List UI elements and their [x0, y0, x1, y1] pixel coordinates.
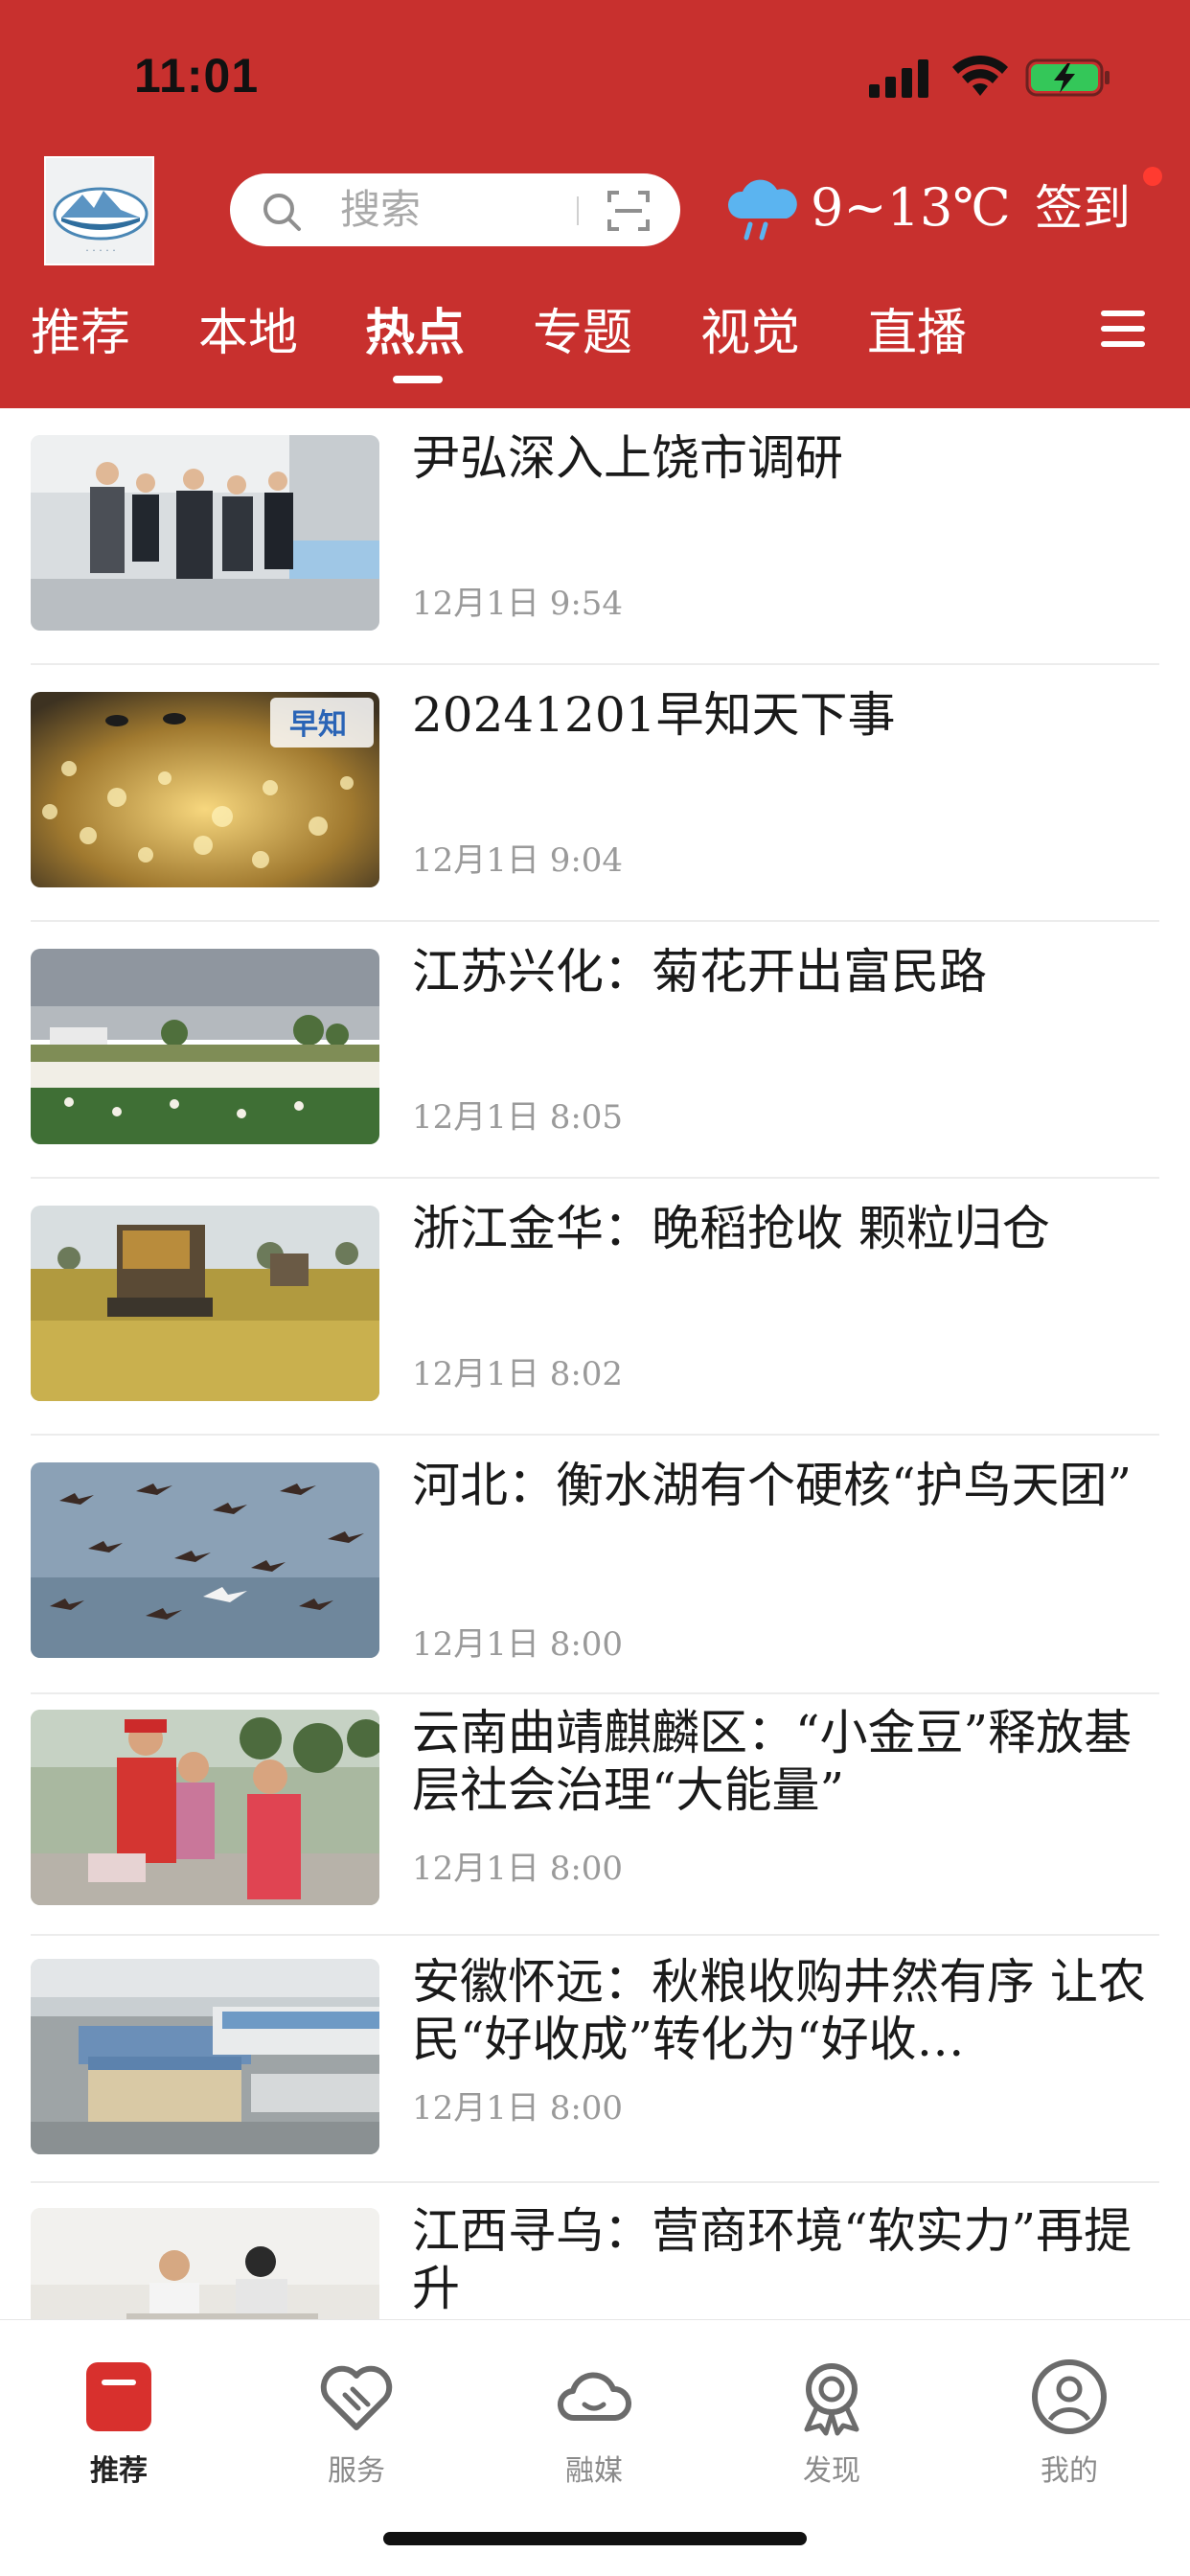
news-date: 12月1日 8:00	[412, 1625, 624, 1664]
news-title: 江苏兴化：菊花开出富民路	[412, 944, 987, 1000]
signin-button[interactable]: 签到	[1035, 179, 1131, 237]
news-thumbnail	[31, 1710, 379, 1905]
tab-hot[interactable]: 热点	[365, 297, 465, 370]
tabbar-mine[interactable]: 我的	[993, 2339, 1146, 2493]
news-item[interactable]: 江苏兴化：菊花开出富民路 12月1日 8:05	[0, 922, 1190, 1179]
wifi-icon	[952, 56, 1008, 96]
menu-icon[interactable]	[1101, 309, 1145, 349]
news-item[interactable]: 早知 20241201早知天下事 12月1日 9:04	[0, 665, 1190, 922]
signin-badge-dot	[1143, 167, 1162, 186]
news-title: 江西寻乌：营商环境“软实力”再提升	[412, 2203, 1133, 2316]
news-title: 河北：衡水湖有个硬核“护鸟天团”	[412, 1458, 1133, 1513]
news-thumbnail	[31, 1462, 379, 1658]
app-logo-image: · · · · ·	[46, 158, 152, 264]
news-icon	[86, 2362, 151, 2431]
home-indicator[interactable]	[383, 2532, 807, 2545]
award-badge-icon	[804, 2363, 859, 2436]
tab-live[interactable]: 直播	[867, 297, 967, 370]
news-thumbnail	[31, 1959, 379, 2154]
news-thumbnail	[31, 1206, 379, 1401]
active-tab-indicator	[393, 376, 443, 383]
news-date: 12月1日 8:00	[412, 2089, 624, 2128]
svg-text:· · · · ·: · · · · ·	[85, 244, 115, 257]
battery-charging-icon	[1025, 58, 1110, 97]
news-title: 浙江金华：晚稻抢收 颗粒归仓	[412, 1201, 1050, 1256]
search-icon	[263, 194, 301, 231]
tab-visual[interactable]: 视觉	[700, 297, 800, 370]
app-header: 11:01 · · · · · 搜索 9~13℃ 签到 推荐 本地 热点 专题 …	[0, 0, 1190, 408]
tabbar-label: 推荐	[90, 2454, 148, 2488]
weather-temperature[interactable]: 9~13℃	[811, 178, 1011, 238]
news-thumbnail: 早知	[31, 692, 379, 887]
tabbar-label: 服务	[328, 2454, 385, 2488]
tab-local[interactable]: 本地	[198, 297, 298, 370]
cellular-signal-icon	[869, 59, 928, 98]
tabbar-label: 我的	[1041, 2454, 1098, 2488]
tabbar-label: 发现	[803, 2454, 860, 2488]
svg-text:早知: 早知	[289, 708, 347, 742]
news-thumbnail	[31, 2208, 379, 2319]
cloud-icon	[557, 2372, 632, 2422]
news-item[interactable]: 云南曲靖麒麟区：“小金豆”释放基层社会治理“大能量” 12月1日 8:00	[0, 1683, 1190, 1940]
tabbar-media[interactable]: 融媒	[517, 2339, 671, 2493]
scan-icon[interactable]	[606, 189, 652, 233]
news-date: 12月1日 9:04	[412, 841, 624, 880]
handshake-heart-icon	[320, 2365, 393, 2430]
news-thumbnail	[31, 949, 379, 1144]
tabbar-label: 融媒	[565, 2454, 623, 2488]
news-title: 云南曲靖麒麟区：“小金豆”释放基层社会治理“大能量”	[412, 1705, 1133, 1818]
search-divider	[577, 196, 579, 225]
status-time: 11:01	[134, 49, 260, 103]
tab-topics[interactable]: 专题	[533, 297, 632, 370]
tabbar-discover[interactable]: 发现	[755, 2339, 908, 2493]
app-logo[interactable]: · · · · ·	[44, 156, 154, 265]
news-item[interactable]: 河北：衡水湖有个硬核“护鸟天团” 12月1日 8:00	[0, 1436, 1190, 1694]
news-item[interactable]: 尹弘深入上饶市调研 12月1日 9:54	[0, 408, 1190, 665]
news-title: 尹弘深入上饶市调研	[412, 430, 843, 486]
news-date: 12月1日 8:05	[412, 1098, 624, 1137]
news-date: 12月1日 9:54	[412, 585, 624, 623]
tabbar-service[interactable]: 服务	[280, 2339, 433, 2493]
search-placeholder: 搜索	[340, 186, 422, 233]
news-date: 12月1日 8:00	[412, 1850, 624, 1888]
rain-cloud-icon	[727, 179, 797, 241]
status-bar: 11:01	[0, 0, 1190, 153]
news-title: 20241201早知天下事	[412, 687, 896, 743]
news-date: 12月1日 8:02	[412, 1355, 624, 1393]
tabbar-recommend[interactable]: 推荐	[42, 2339, 195, 2493]
tab-recommend[interactable]: 推荐	[31, 297, 130, 370]
news-item[interactable]: 浙江金华：晚稻抢收 颗粒归仓 12月1日 8:02	[0, 1179, 1190, 1436]
news-list: 尹弘深入上饶市调研 12月1日 9:54 早知 20241201早知天下事 12…	[0, 408, 1190, 2319]
channel-tabs: 推荐 本地 热点 专题 视觉 直播	[0, 297, 1190, 383]
news-item[interactable]: 安徽怀远：秋粮收购井然有序 让农民“好收成”转化为“好收… 12月1日 8:00	[0, 1932, 1190, 2189]
user-profile-icon	[1032, 2359, 1107, 2434]
news-item[interactable]: 江西寻乌：营商环境“软实力”再提升	[0, 2181, 1190, 2319]
search-bar[interactable]: 搜索	[230, 173, 680, 246]
news-thumbnail	[31, 435, 379, 631]
news-title: 安徽怀远：秋粮收购井然有序 让农民“好收成”转化为“好收…	[412, 1954, 1146, 2067]
